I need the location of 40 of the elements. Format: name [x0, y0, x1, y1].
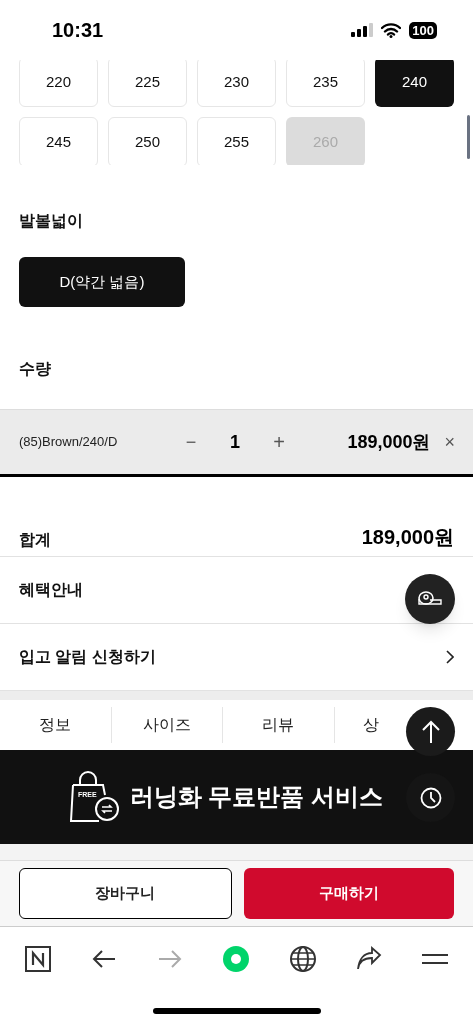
home-n-icon — [24, 944, 52, 973]
section-tab[interactable]: 정보 — [0, 707, 111, 743]
size-option[interactable]: 230 — [197, 60, 276, 107]
decrease-button[interactable]: − — [181, 428, 201, 456]
total-amount: 189,000원 — [361, 525, 454, 550]
size-option[interactable]: 235 — [286, 60, 365, 107]
status-time: 10:31 — [52, 18, 104, 43]
size-option[interactable]: 245 — [19, 117, 98, 165]
signal-icon — [351, 23, 374, 37]
size-option[interactable]: 220 — [19, 60, 98, 107]
item-price: 189,000원 — [347, 430, 431, 454]
scrollbar — [467, 115, 470, 159]
increase-button[interactable]: + — [269, 427, 289, 457]
size-option[interactable]: 255 — [197, 117, 276, 165]
clock-icon — [419, 786, 442, 809]
section-tab[interactable]: 리뷰 — [222, 707, 334, 743]
scroll-top-button[interactable] — [406, 707, 455, 756]
section-tab[interactable]: 사이즈 — [110, 707, 222, 743]
width-option[interactable]: D(약간 넓음) — [19, 257, 185, 307]
total-label: 합계 — [19, 530, 51, 550]
globe-button[interactable] — [288, 944, 317, 973]
option-name: (85)Brown/240/D — [19, 433, 119, 452]
tape-measure-icon — [418, 590, 442, 608]
tape-measure-button[interactable] — [405, 574, 455, 624]
cart-button[interactable]: 장바구니 — [19, 868, 232, 919]
size-option[interactable]: 240 — [375, 60, 454, 107]
ring-logo-icon — [222, 944, 251, 973]
size-option[interactable]: 250 — [108, 117, 187, 165]
battery-level: 100 — [409, 21, 437, 39]
arrow-up-icon — [420, 719, 441, 744]
size-option[interactable]: 225 — [108, 60, 187, 107]
banner-title: 러닝화 무료반품 서비스 — [129, 782, 384, 812]
wifi-icon — [381, 22, 402, 38]
section-heading: 수량 — [19, 359, 52, 379]
globe-icon — [288, 944, 317, 973]
section-heading: 발볼넓이 — [19, 211, 84, 231]
quantity-value: 1 — [229, 430, 241, 454]
home-n-button[interactable] — [24, 944, 52, 973]
remove-button[interactable]: × — [444, 428, 455, 456]
buy-button[interactable]: 구매하기 — [243, 868, 454, 919]
